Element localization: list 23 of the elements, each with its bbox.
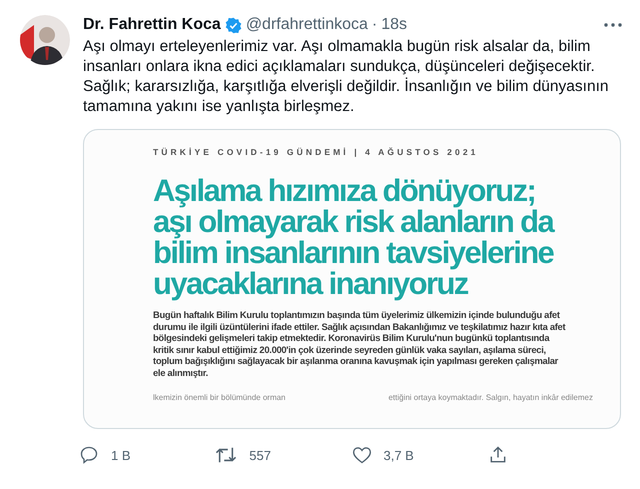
document-column-text: lkemizin önemli bir bölümünde orman	[153, 392, 286, 402]
tweet-time[interactable]: 18s	[381, 16, 408, 34]
headline-line: Aşılama hızımıza dönüyoruz;	[153, 175, 536, 206]
share-icon[interactable]	[488, 445, 508, 465]
headline-line: aşı olmayarak risk alanların da	[153, 206, 555, 237]
retweet-icon[interactable]	[215, 445, 238, 465]
avatar[interactable]	[20, 15, 70, 65]
reply-icon[interactable]	[79, 445, 99, 465]
headline-line: uyacaklarına inanıyoruz	[153, 268, 468, 299]
action-count: 3,7 B	[384, 448, 414, 462]
attached-document[interactable]	[83, 129, 621, 429]
more-icon[interactable]	[604, 23, 622, 27]
action-count: 1 B	[111, 448, 131, 462]
document-header: TÜRKİYE COVID-19 GÜNDEMİ | 4 AĞUSTOS 2021	[153, 147, 480, 157]
tweet-text: Aşı olmayı erteleyenlerimiz var. Aşı olmamakla bugün risk alsalar da, bilim insanları onlara ikna edici açıklamaları sundukça, düşünceleri değişecektir. Sağlık; kararsızlığa, karşıtlığa elverişli değildir. İnsanlığın ve bilim dünyasının tamamına yakını ise yanlışta birleşmez.	[83, 37, 610, 117]
document-paragraph: Bugün haftalık Bilim Kurulu toplantımızın başında tüm üyelerimiz ülkemizin içinde bulunduğu afet durumu ile ilgili üzüntülerini ifade ettiler. Sağlık açısından Bakanlığımız ve teşkilatımız hazır kıta afet bölgesindeki gelişmeleri takip etmektedir. Koronavirüs Bilim Kurulu'nun bugünkü toplantısında kritik sınır kabul ettiğimiz 20.000'in çok üzerinde seyreden günlük vaka sayıları, aşılama süreci, toplum bağışıklığını sağlayacak bir aşılanma oranına kavuşmak için yapılması gereken çalışmalar ele alınmıştır.	[153, 309, 566, 379]
action-count: 557	[249, 448, 271, 462]
heart-icon[interactable]	[352, 445, 372, 465]
separator-dot: ·	[372, 16, 378, 34]
headline-line: bilim insanlarının tavsiyelerine	[153, 237, 555, 268]
author-name[interactable]: Dr. Fahrettin Koca	[83, 16, 221, 34]
document-column-text: ettiğini ortaya koymaktadır. Salgın, hayatın inkâr edilemez	[388, 392, 593, 402]
author-handle[interactable]: @drfahrettinkoca	[246, 16, 368, 34]
